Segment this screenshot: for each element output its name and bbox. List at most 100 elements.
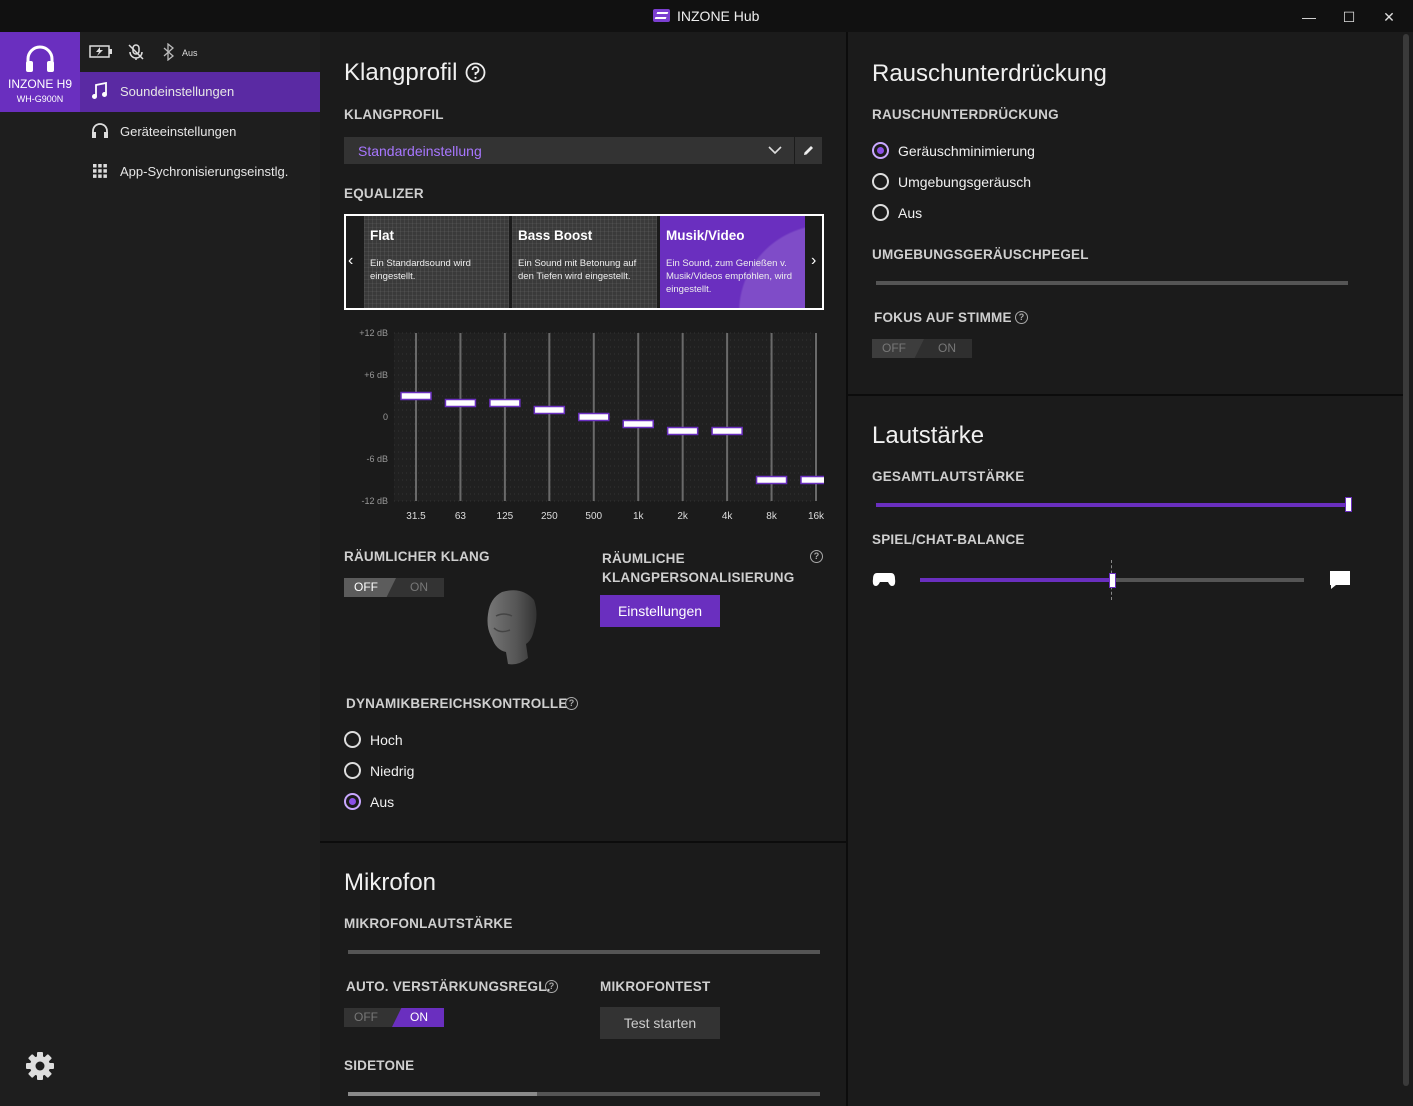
gamepad-icon [872,573,896,586]
radio-label: Hoch [370,732,403,748]
dynamic-range-label: DYNAMIKBEREICHSKONTROLLE [346,696,568,711]
sidebar-item-geraeteeinstellungen[interactable]: Geräteeinstellungen [80,112,320,152]
help-icon[interactable]: ? [810,550,823,563]
panel-divider [846,32,848,1106]
help-icon[interactable]: ? [565,697,578,710]
total-volume-slider[interactable] [876,503,1348,507]
klangprofil-value: Standardeinstellung [358,143,482,159]
chevron-right-icon[interactable]: › [811,252,816,270]
device-name: INZONE H9 [7,77,72,91]
battery-icon [89,45,112,58]
preset-card-musik-video[interactable]: Musik/Video Ein Sound, zum Genießen v. M… [660,216,805,308]
spatial-sound-toggle[interactable]: OFF ON [344,578,444,597]
mikrofon-title: Mikrofon [344,869,437,896]
help-icon[interactable]: ? [1015,311,1028,324]
eq-band-handle-31.5[interactable] [400,391,432,401]
radio-dynamic-aus[interactable] [344,793,361,810]
chevron-left-icon[interactable]: ‹ [348,252,353,270]
eq-band-handle-8k[interactable] [755,475,788,485]
section-divider [848,394,1403,396]
device-sidebar [0,32,80,1106]
maximize-button[interactable]: ☐ [1337,6,1361,28]
bluetooth-icon [163,43,175,61]
toggle-on: ON [410,580,428,594]
headphones-icon [92,123,108,138]
minimize-button[interactable]: — [1297,6,1321,28]
eq-band-label: 250 [541,511,558,522]
close-button[interactable]: ✕ [1377,6,1401,28]
radio-label: Niedrig [370,763,415,779]
eq-band-label: 16k [808,511,824,522]
mic-volume-label: MIKROFONLAUTSTÄRKE [344,916,513,931]
sidebar-item-soundeinstellungen[interactable]: Soundeinstellungen [80,72,320,112]
spatial-personalization-label: RÄUMLICHE KLANGPERSONALISIERUNG [602,551,795,585]
eq-band-handle-16k[interactable] [800,475,824,485]
radio-dynamic-niedrig[interactable] [344,762,361,779]
eq-band-label: 1k [633,511,645,522]
preset-card-bass-boost[interactable]: Bass Boost Ein Sound mit Betonung auf de… [512,216,657,308]
eq-y-tick-label: +6 dB [364,370,388,380]
voice-focus-toggle[interactable]: OFF ON [872,339,972,358]
rausch-label: RAUSCHUNTERDRÜCKUNG [872,107,1059,122]
eq-y-tick-label: 0 [383,412,388,422]
sidebar-item-app-sync[interactable]: App-Sychronisierungseinstlg. [80,152,320,192]
gear-icon[interactable] [25,1051,55,1081]
help-icon[interactable]: ? [545,980,558,993]
eq-band-label: 63 [455,511,467,522]
mic-test-label: MIKROFONTEST [600,979,711,994]
preset-title: Flat [370,228,395,243]
grid-icon [93,164,107,178]
eq-band-handle-500[interactable] [578,412,610,422]
inzone-logo-icon [653,9,670,22]
eq-band-handle-250[interactable] [533,405,566,415]
scrollbar[interactable] [1403,34,1409,1086]
mic-test-button[interactable]: Test starten [600,1007,720,1039]
sidebar-item-label: Geräteeinstellungen [120,124,237,139]
radio-rausch-aus[interactable] [872,204,889,221]
edit-profile-button[interactable] [795,137,822,164]
agc-toggle[interactable]: OFF ON [344,1008,444,1027]
radio-label: Aus [370,794,395,810]
toggle-on: ON [938,341,956,355]
preset-title: Musik/Video [666,228,745,243]
toggle-off: OFF [872,339,924,358]
ambient-level-slider[interactable] [876,281,1348,285]
radio-geraeuschminimierung[interactable] [872,142,889,159]
equalizer-label: EQUALIZER [344,186,424,201]
sidetone-slider[interactable] [348,1092,820,1096]
eq-band-handle-63[interactable] [444,398,477,408]
radio-dynamic-hoch[interactable] [344,731,361,748]
mic-volume-slider[interactable] [348,950,820,954]
agc-label: AUTO. VERSTÄRKUNGSREGL. [346,979,551,994]
eq-y-tick-label: -6 dB [366,454,388,464]
equalizer-chart[interactable]: +12 dB +6 dB 0 -6 dB -12 dB 31.5 63 125 250 500 1k… [344,322,824,528]
total-volume-fill [876,503,1348,507]
voice-focus-label: FOKUS AUF STIMME [874,310,1012,325]
eq-band-handle-125[interactable] [489,398,521,408]
eq-y-tick-label: -12 dB [361,496,388,506]
ambient-level-label: UMGEBUNGSGERÄUSCHPEGEL [872,247,1089,262]
help-icon[interactable] [465,62,486,83]
sidebar-item-label: Soundeinstellungen [120,84,235,99]
navigation-sidebar [80,32,320,1106]
eq-band-handle-1k[interactable] [622,419,654,429]
radio-umgebungsgeraeusch[interactable] [872,173,889,190]
balance-thumb[interactable] [1109,573,1116,588]
klangprofil-label: KLANGPROFIL [344,107,444,122]
spatial-settings-button[interactable]: Einstellungen [600,595,720,627]
eq-band-handle-4k[interactable] [711,426,743,436]
eq-band-handle-2k[interactable] [666,426,699,436]
mic-muted-icon [128,44,144,60]
eq-band-label: 4k [722,511,734,522]
bluetooth-status: Aus [182,48,198,58]
toggle-off: OFF [354,1010,378,1024]
chevron-down-icon [768,146,782,155]
total-volume-thumb[interactable] [1345,497,1352,512]
preset-card-flat[interactable]: Flat Ein Standardsound wird eingestellt. [364,216,509,308]
radio-label: Geräuschminimierung [898,143,1035,159]
radio-label: Aus [898,205,923,221]
section-divider [320,841,847,843]
eq-y-tick-label: +12 dB [359,328,388,338]
balance-fill [920,578,1112,582]
preset-description: Ein Sound mit Betonung auf den Tiefen wi… [518,258,637,282]
